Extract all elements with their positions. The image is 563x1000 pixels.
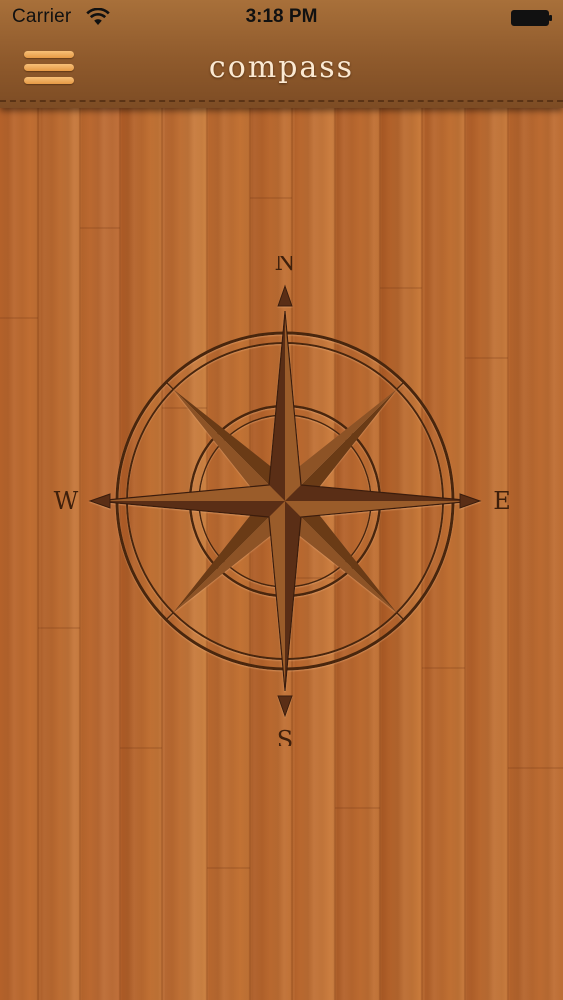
nav-bar: compass [0, 36, 563, 100]
status-time: 3:18 PM [245, 6, 318, 27]
north-label: N [275, 256, 296, 276]
compass-rose: N S E W [54, 256, 511, 746]
top-bar: Carrier 3:18 PM compass [0, 0, 563, 108]
south-label: S [277, 726, 293, 746]
battery-icon [511, 10, 552, 26]
page-title: compass [208, 50, 355, 85]
east-label: E [493, 487, 511, 515]
cardinal-points [95, 311, 475, 691]
west-label: W [54, 487, 79, 515]
wood-background: N S E W [0, 108, 563, 1000]
status-bar: Carrier 3:18 PM [0, 0, 563, 36]
